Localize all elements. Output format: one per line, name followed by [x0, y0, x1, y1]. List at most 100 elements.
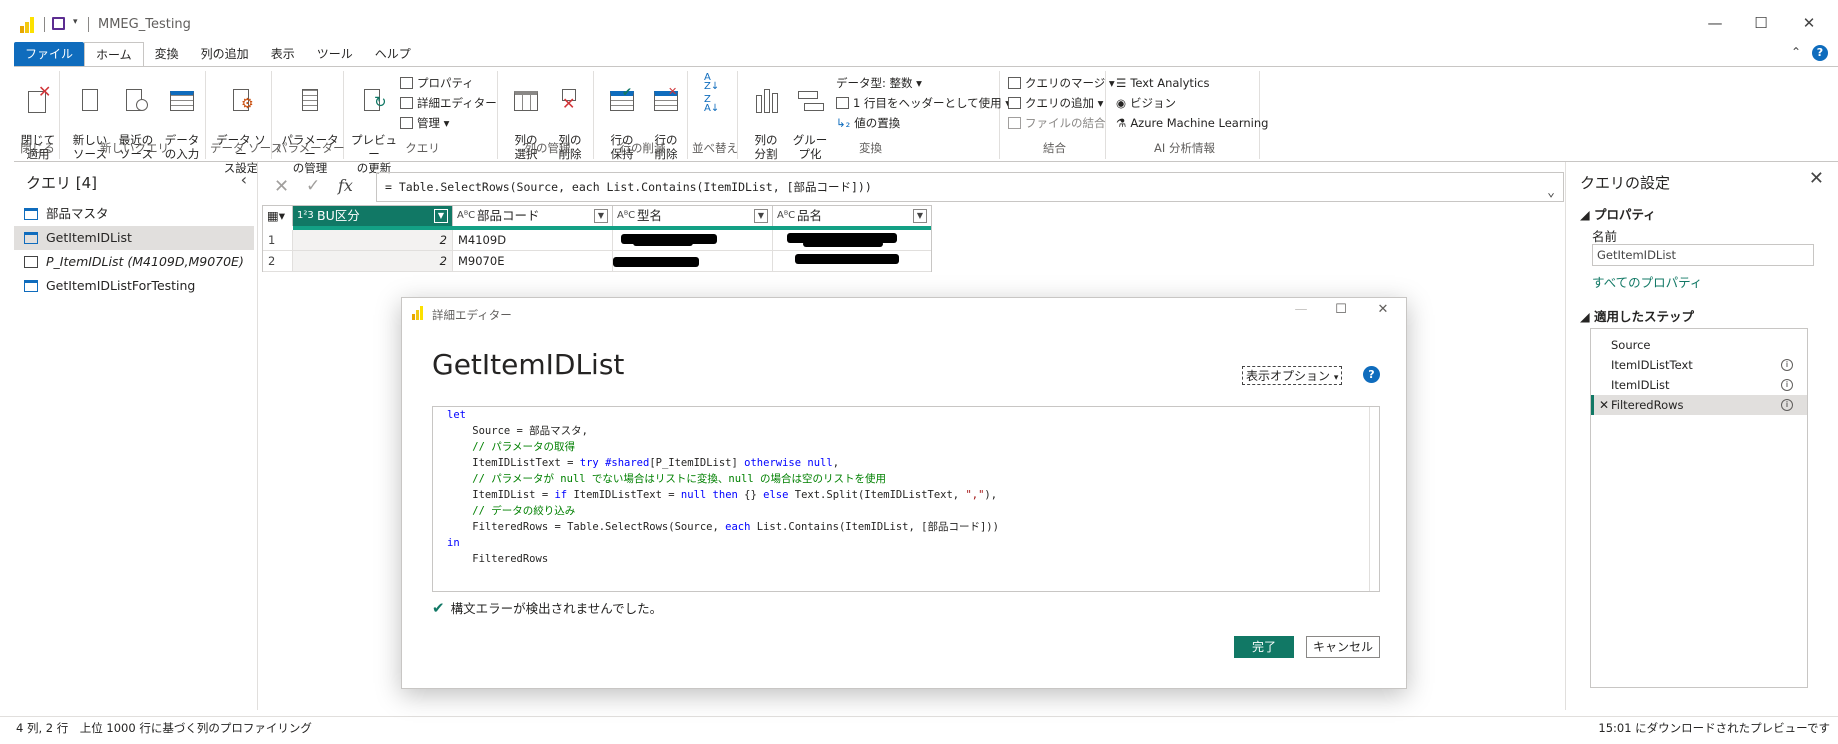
manage-parameters-button[interactable]: パラメーター の管理 — [278, 73, 342, 175]
all-properties-link[interactable]: すべてのプロパティ — [1592, 272, 1702, 291]
replace-icon: ↳₂ — [836, 116, 851, 130]
minimize-button[interactable]: — — [1290, 302, 1312, 317]
info-icon[interactable]: i — [1781, 399, 1793, 411]
query-item[interactable]: GetItemIDList — [14, 226, 254, 250]
collapse-queries-icon[interactable]: ‹ — [241, 170, 247, 189]
data-source-settings-button[interactable]: ⚙ データ ソー ス設定 — [212, 73, 270, 175]
grid-cell[interactable]: 2 — [293, 230, 453, 251]
table-icon — [24, 232, 38, 244]
cancel-button[interactable]: キャンセル — [1306, 636, 1380, 658]
maximize-button[interactable]: ☐ — [1330, 302, 1352, 317]
step-item[interactable]: ✕ FilteredRows i — [1591, 395, 1807, 415]
column-header[interactable]: AᴮC 品名 ▼ — [773, 206, 931, 226]
formula-input[interactable]: = Table.SelectRows(Source, each List.Con… — [376, 172, 1564, 202]
grid-cell[interactable] — [613, 230, 773, 251]
step-item[interactable]: ItemIDListText i — [1591, 355, 1807, 375]
table-icon — [24, 280, 38, 292]
syntax-status: ✔ 構文エラーが検出されませんでした。 — [432, 599, 663, 617]
tab-transform[interactable]: 変換 — [144, 42, 190, 66]
query-item[interactable]: GetItemIDListForTesting — [14, 274, 254, 298]
advanced-editor-button[interactable]: 詳細エディター — [400, 93, 497, 113]
group-manage-columns: 列の 選択 ✕ 列の 削除 列の管理 — [502, 71, 594, 161]
grid-cell[interactable] — [773, 230, 931, 251]
sort-descending-icon[interactable]: Z A↓ — [704, 95, 719, 114]
table-icon — [168, 87, 196, 115]
confirm-formula-icon[interactable]: ✓ — [306, 176, 320, 196]
filter-dropdown-icon[interactable]: ▼ — [434, 209, 448, 223]
minimize-button[interactable]: — — [1700, 14, 1730, 32]
table-icon — [24, 208, 38, 220]
close-dialog-button[interactable]: ✕ — [1372, 302, 1394, 317]
info-icon[interactable]: i — [1781, 379, 1793, 391]
dialog-title: 詳細エディター — [432, 308, 512, 322]
data-type-dropdown[interactable]: データ型: 整数 ▾ — [836, 73, 922, 93]
remove-columns-icon: ✕ — [556, 87, 584, 115]
refresh-preview-button[interactable]: ↻ プレビュー の更新 — [350, 73, 398, 175]
applied-steps-section[interactable]: ◢ 適用したステップ — [1580, 306, 1694, 325]
queries-panel: クエリ [4] ‹ 部品マスタ GetItemIDList P_ItemIDLi… — [14, 162, 258, 710]
tab-add-column[interactable]: 列の追加 — [190, 42, 260, 66]
save-icon[interactable] — [52, 17, 65, 30]
grid-cell[interactable] — [613, 251, 773, 272]
help-icon[interactable]: ? — [1363, 366, 1380, 383]
vision-button[interactable]: ◉ ビジョン — [1116, 93, 1176, 113]
collapse-ribbon-icon[interactable]: ⌃ — [1791, 45, 1801, 59]
fx-icon[interactable]: fx — [338, 176, 353, 195]
name-label: 名前 — [1592, 229, 1618, 244]
code-editor[interactable]: let Source = 部品マスタ, // パラメータの取得 ItemIDLi… — [432, 406, 1380, 592]
info-icon[interactable]: i — [1781, 359, 1793, 371]
cancel-formula-icon[interactable]: ✕ — [274, 176, 289, 197]
column-header[interactable]: 1²3 BU区分 ▼ — [293, 206, 453, 226]
column-header[interactable]: AᴮC 型名 ▼ — [613, 206, 773, 226]
grid-cell[interactable]: 2 — [293, 251, 453, 272]
delete-step-icon[interactable]: ✕ — [1599, 395, 1609, 415]
tab-tools[interactable]: ツール — [306, 42, 364, 66]
query-settings-panel: クエリの設定 ✕ ◢ プロパティ 名前 GetItemIDList すべてのプロ… — [1565, 162, 1838, 710]
manage-button[interactable]: 管理 ▾ — [400, 113, 449, 133]
check-icon: ✔ — [432, 599, 445, 617]
editor-scrollbar[interactable] — [1369, 407, 1379, 591]
query-item[interactable]: P_ItemIDList (M4109D,M9070E) — [14, 250, 254, 274]
customize-toolbar-icon[interactable]: ▾ — [73, 17, 78, 27]
ribbon-tabs: ファイル ホーム 変換 列の追加 表示 ツール ヘルプ — [14, 42, 422, 66]
status-left: 4 列, 2 行 上位 1000 行に基づく列のプロファイリング — [16, 721, 312, 735]
grid-cell[interactable] — [773, 251, 931, 272]
azure-ml-button[interactable]: ⚗ Azure Machine Learning — [1116, 113, 1268, 133]
close-window-button[interactable]: ✕ — [1794, 14, 1824, 32]
column-header[interactable]: AᴮC 部品コード ▼ — [453, 206, 613, 226]
filter-dropdown-icon[interactable]: ▼ — [594, 209, 608, 223]
tab-file[interactable]: ファイル — [14, 42, 85, 66]
text-analytics-button[interactable]: ☰ Text Analytics — [1116, 73, 1209, 93]
tab-help[interactable]: ヘルプ — [364, 42, 422, 66]
query-name-input[interactable]: GetItemIDList — [1592, 244, 1814, 266]
chevron-down-icon[interactable]: ⌄ — [1547, 179, 1555, 201]
powerbi-logo-icon — [20, 17, 36, 33]
step-item[interactable]: ItemIDList i — [1591, 375, 1807, 395]
maximize-button[interactable]: ☐ — [1746, 14, 1776, 32]
filter-dropdown-icon[interactable]: ▼ — [913, 209, 927, 223]
combine-files-button[interactable]: ファイルの結合 — [1008, 113, 1106, 133]
sort-ascending-icon[interactable]: A Z↓ — [704, 73, 719, 92]
replace-values-button[interactable]: ↳₂ 値の置換 — [836, 113, 900, 133]
append-queries-button[interactable]: クエリの追加 ▾ — [1008, 93, 1103, 113]
close-settings-icon[interactable]: ✕ — [1809, 168, 1824, 189]
help-icon[interactable]: ? — [1812, 45, 1828, 61]
step-item[interactable]: Source — [1591, 335, 1807, 355]
done-button[interactable]: 完了 — [1234, 636, 1294, 658]
merge-queries-button[interactable]: クエリのマージ ▾ — [1008, 73, 1115, 93]
display-options-dropdown[interactable]: 表示オプション ▾ — [1242, 366, 1343, 385]
tab-home[interactable]: ホーム — [84, 42, 144, 66]
queries-header: クエリ [4] — [26, 174, 98, 192]
grid-cell[interactable]: M9070E — [453, 251, 613, 272]
properties-section[interactable]: ◢ プロパティ — [1580, 204, 1656, 223]
first-row-header-button[interactable]: 1 行目をヘッダーとして使用 ▾ — [836, 93, 1011, 113]
grid-cell[interactable]: M4109D — [453, 230, 613, 251]
merge-icon — [1008, 77, 1021, 89]
group-combine: クエリのマージ ▾ クエリの追加 ▾ ファイルの結合 結合 — [1004, 71, 1115, 159]
table-menu-icon[interactable]: ▦▾ — [263, 206, 293, 226]
tab-view[interactable]: 表示 — [260, 42, 306, 66]
group-by-icon — [796, 87, 824, 115]
query-item[interactable]: 部品マスタ — [14, 202, 254, 226]
filter-dropdown-icon[interactable]: ▼ — [754, 209, 768, 223]
properties-button[interactable]: プロパティ — [400, 73, 474, 93]
